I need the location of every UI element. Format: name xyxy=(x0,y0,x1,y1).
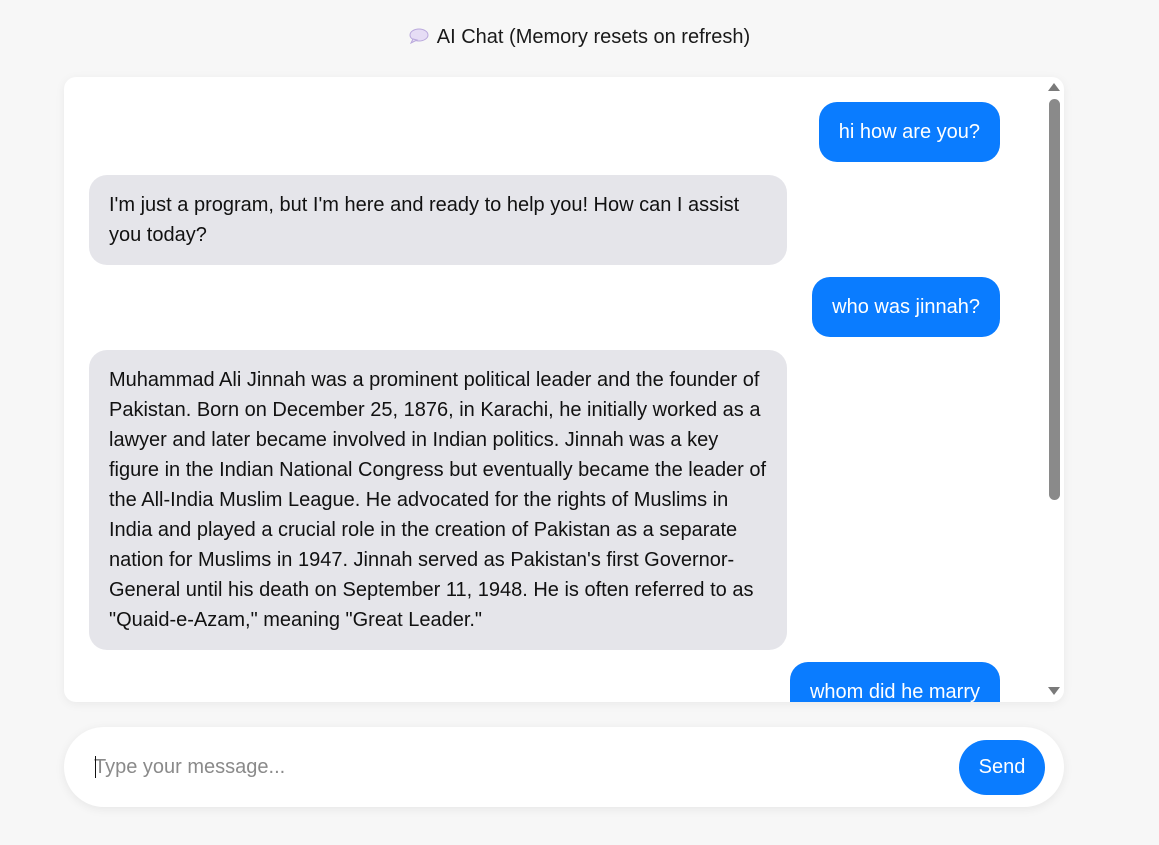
scroll-up-arrow-icon[interactable] xyxy=(1048,83,1060,91)
bot-message: I'm just a program, but I'm here and rea… xyxy=(89,175,787,265)
message-composer: Send xyxy=(64,727,1064,807)
chat-scrollbar[interactable] xyxy=(1046,77,1062,702)
message-input[interactable] xyxy=(94,747,944,787)
user-message: who was jinnah? xyxy=(812,277,1000,337)
send-button[interactable]: Send xyxy=(959,740,1045,795)
bot-message: Muhammad Ali Jinnah was a prominent poli… xyxy=(89,350,787,650)
page-title-text: AI Chat (Memory resets on refresh) xyxy=(436,26,751,48)
text-cursor xyxy=(95,756,96,778)
scrollbar-thumb[interactable] xyxy=(1049,99,1060,500)
speech-bubble-icon xyxy=(409,25,429,45)
scroll-down-arrow-icon[interactable] xyxy=(1048,687,1060,695)
page-title: AI Chat (Memory resets on refresh) xyxy=(0,24,1159,50)
message-list[interactable]: hi how are you? I'm just a program, but … xyxy=(64,77,1044,702)
chat-window[interactable]: hi how are you? I'm just a program, but … xyxy=(64,77,1064,702)
user-message: hi how are you? xyxy=(818,102,1000,162)
user-message: whom did he marry xyxy=(789,662,1000,702)
